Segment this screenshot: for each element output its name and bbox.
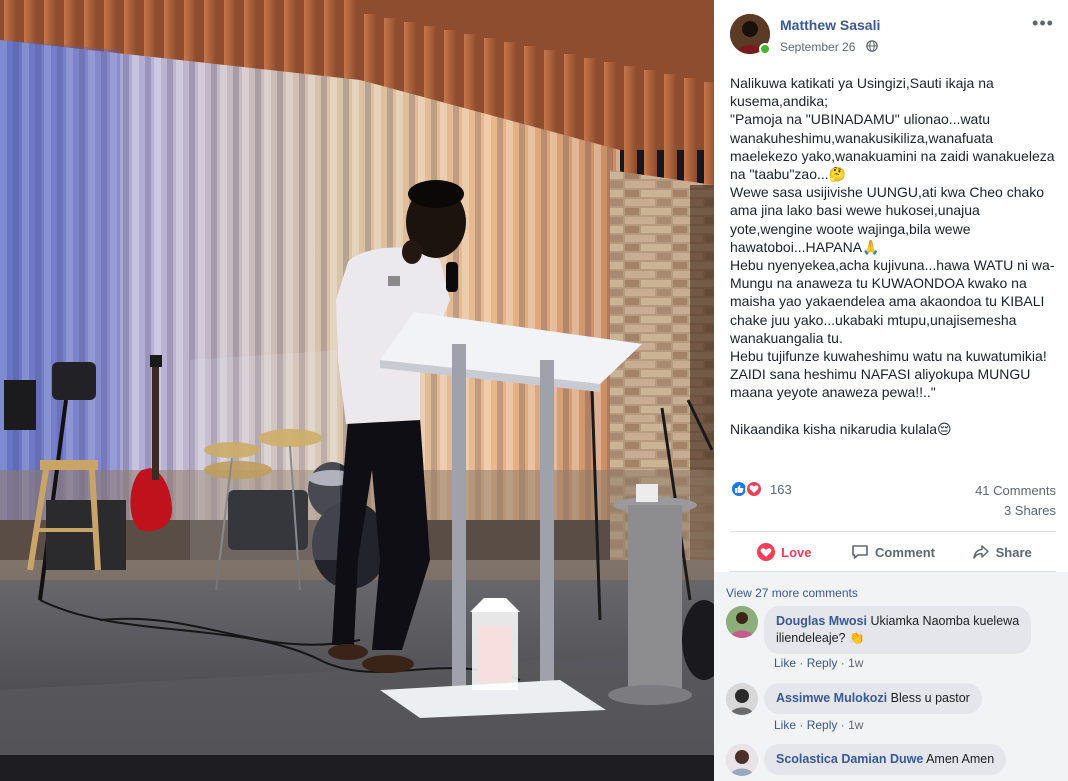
- post-header: Matthew Sasali September 26 •••: [730, 14, 1060, 58]
- meta-separator: ·: [840, 656, 849, 670]
- post-text-line: maana yeyote anaweza pewa!!..": [730, 384, 936, 401]
- reactions-count: 163: [770, 482, 792, 497]
- comment-reply-link[interactable]: Reply: [807, 718, 838, 732]
- post-text-line: Wewe sasa usijivishe UUNGU,ati kwa Cheo …: [730, 184, 1045, 201]
- post-text-line: Nalikuwa katikati ya Usingizi,Sauti ikaj…: [730, 75, 994, 91]
- love-button[interactable]: Love: [730, 534, 839, 570]
- post-text-line: Mungu na anaweza tu KUWAONDOA kwako na: [730, 275, 1027, 292]
- stage-photo-illustration: [0, 0, 714, 781]
- comment-text: iliendeleaje? 👏: [776, 631, 865, 645]
- post-text-line: yote,wengine woote wajinga,bila wewe: [730, 220, 971, 237]
- post-timestamp[interactable]: September 26: [780, 40, 855, 54]
- meta-separator: ·: [840, 718, 849, 732]
- comment-meta: Like · Reply · 1w: [774, 718, 863, 732]
- commenter-avatar[interactable]: [726, 606, 758, 638]
- author-name-link[interactable]: Matthew Sasali: [780, 17, 880, 33]
- comment-reply-link[interactable]: Reply: [807, 656, 838, 670]
- post-text-line: Hebu tujifunze kuwaheshimu watu na kuwat…: [730, 348, 1047, 365]
- comment-item: Douglas Mwosi Ukiamka Naomba kuelewa ili…: [726, 606, 1058, 670]
- comment-bubble-icon: [852, 545, 868, 559]
- share-button[interactable]: Share: [947, 534, 1056, 570]
- shares-count-link[interactable]: 3 Shares: [1004, 503, 1056, 518]
- comment-button[interactable]: Comment: [839, 534, 948, 570]
- comment-meta: Like · Reply · 1w: [774, 656, 863, 670]
- view-more-comments-link[interactable]: View 27 more comments: [726, 586, 858, 600]
- comment-bubble: Assimwe Mulokozi Bless u pastor: [764, 683, 982, 714]
- comment-item: Assimwe Mulokozi Bless u pastor Like · R…: [726, 683, 1058, 733]
- post-text-blank-line: [730, 402, 1062, 420]
- meta-separator: ·: [799, 718, 807, 732]
- commenter-name-link[interactable]: Douglas Mwosi: [776, 614, 867, 628]
- post-text-line: ZAIDI sana heshimu NAFASI aliyokupa MUNG…: [730, 366, 1031, 383]
- comment-bubble: Scolastica Damian Duwe Amen Amen: [764, 744, 1007, 775]
- post-photo[interactable]: [0, 0, 714, 781]
- comment-button-label: Comment: [875, 544, 935, 560]
- post-side-panel: Matthew Sasali September 26 ••• Nalikuwa…: [714, 0, 1068, 781]
- post-text-line: maelekezo yako,wanakuamini na zaidi wana…: [730, 147, 1055, 164]
- comment-text: Bless u pastor: [890, 691, 970, 705]
- comment-like-link[interactable]: Like: [774, 656, 796, 670]
- love-reaction-icon: [745, 480, 763, 498]
- post-text: Nalikuwa katikati ya Usingizi,Sauti ikaj…: [730, 74, 1062, 438]
- comment-item: Scolastica Damian Duwe Amen Amen: [726, 744, 1058, 781]
- comment-text: Amen Amen: [926, 752, 995, 766]
- post-text-line: wanakuheshimu,wanakusikiliza,wanafuata: [730, 129, 994, 146]
- post-text-line: wanakuangalia tu.: [730, 329, 843, 346]
- comment-time[interactable]: 1w: [848, 718, 863, 732]
- love-button-label: Love: [781, 544, 812, 560]
- commenter-avatar-image: [726, 744, 758, 776]
- post-text-line: Nikaandika kisha nikarudia kulala😔: [730, 420, 952, 437]
- post-text-line: na "taabu"zao...🤔: [730, 166, 847, 183]
- commenter-name-link[interactable]: Scolastica Damian Duwe: [776, 752, 923, 766]
- love-heart-icon: [757, 543, 776, 561]
- online-status-dot: [759, 43, 771, 55]
- divider: [730, 531, 1056, 532]
- comment-like-link[interactable]: Like: [774, 718, 796, 732]
- commenter-avatar[interactable]: [726, 683, 758, 715]
- post-text-line: maisha yao yakaendelea ama akaondoa tu K…: [730, 293, 1045, 310]
- commenter-avatar-image: [726, 683, 758, 715]
- commenter-avatar[interactable]: [726, 744, 758, 776]
- share-arrow-icon: [972, 545, 989, 559]
- comments-count-link[interactable]: 41 Comments: [975, 483, 1056, 498]
- post-text-line: hawatoboi...HAPANA🙏: [730, 238, 880, 255]
- post-text-line: ama jina lako basi wewe hukosei,unajua: [730, 202, 980, 219]
- post-text-line: "Pamoja na "UBINADAMU" ulionao...watu: [730, 111, 991, 128]
- comment-time[interactable]: 1w: [848, 656, 863, 670]
- meta-separator: ·: [799, 656, 807, 670]
- post-text-line: chake juu yako...ukabaki mtupu,unajiseme…: [730, 311, 1017, 328]
- globe-icon: [866, 40, 878, 52]
- commenter-avatar-image: [726, 606, 758, 638]
- comment-text: Ukiamka Naomba kuelewa: [870, 614, 1020, 628]
- comment-bubble: Douglas Mwosi Ukiamka Naomba kuelewa ili…: [764, 606, 1032, 654]
- more-options-button[interactable]: •••: [1030, 14, 1056, 36]
- post-action-bar: Love Comment Share: [730, 534, 1056, 570]
- post-text-line: kusema,andika;: [730, 93, 829, 110]
- comments-section: View 27 more comments Douglas Mwosi Ukia…: [714, 572, 1068, 781]
- commenter-name-link[interactable]: Assimwe Mulokozi: [776, 691, 887, 705]
- share-button-label: Share: [995, 544, 1032, 560]
- post-text-line: Hebu nyenyekea,acha kujivuna...hawa WATU…: [730, 257, 1055, 274]
